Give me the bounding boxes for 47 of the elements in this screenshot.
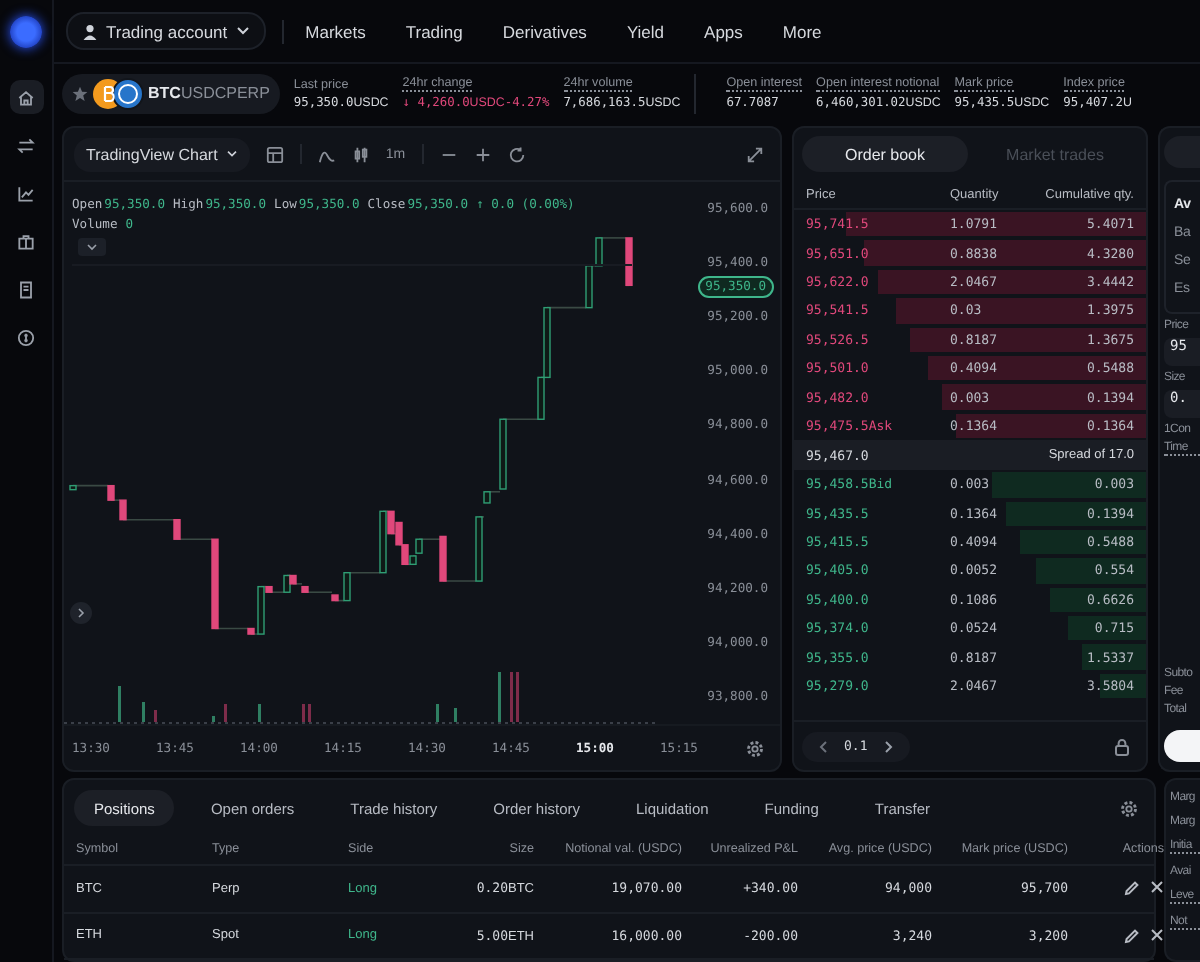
candle [483,491,491,504]
close-icon[interactable] [1150,927,1164,942]
candle [499,418,507,490]
caret-icon [235,26,250,36]
chevron-right-icon[interactable] [883,739,894,753]
home-icon[interactable] [9,80,43,114]
coin-pair-icon [92,77,144,109]
collapse-icon[interactable] [78,238,106,256]
refresh-icon[interactable] [507,145,526,163]
nav-link[interactable]: Yield [626,21,665,41]
chart-type-dropdown[interactable]: TradingView Chart [74,137,250,171]
account-dropdown[interactable]: Trading account [66,12,266,50]
expand-icon[interactable] [746,145,764,163]
candle [69,484,77,491]
nav-link[interactable]: Derivatives [502,21,587,41]
edit-icon[interactable] [1124,927,1140,944]
candle [439,535,447,582]
candle [475,516,483,582]
close-icon[interactable] [1150,880,1164,895]
candle [301,585,309,593]
candle [211,538,219,630]
candles-icon[interactable] [351,145,370,163]
candle [343,572,351,602]
logo-icon[interactable] [10,16,42,48]
layout-icon[interactable] [265,145,284,163]
candle [173,519,181,540]
zoom-in-icon[interactable] [473,145,492,163]
nav-link[interactable]: Apps [704,21,743,41]
chevron-left-icon[interactable] [818,739,828,753]
symbol-selector[interactable]: BTCUSDCPERP [62,73,280,113]
settings-icon[interactable] [1120,799,1138,817]
nav-link[interactable]: More [782,21,822,41]
order-book-tab[interactable]: Order book [802,136,968,172]
lock-icon[interactable] [1114,737,1130,755]
star-icon[interactable] [72,85,88,101]
expand-panel-icon[interactable] [70,602,92,624]
caret-icon [225,150,238,158]
submit-button[interactable] [1164,730,1200,762]
nav-link[interactable]: Markets [305,21,366,41]
candle [331,594,339,602]
candle [119,499,127,521]
nav-link[interactable]: Trading [405,21,463,41]
edit-icon[interactable] [1124,880,1140,897]
settings-icon[interactable] [746,739,764,757]
person-icon [82,23,98,39]
candle [625,237,633,287]
candle [107,484,115,501]
